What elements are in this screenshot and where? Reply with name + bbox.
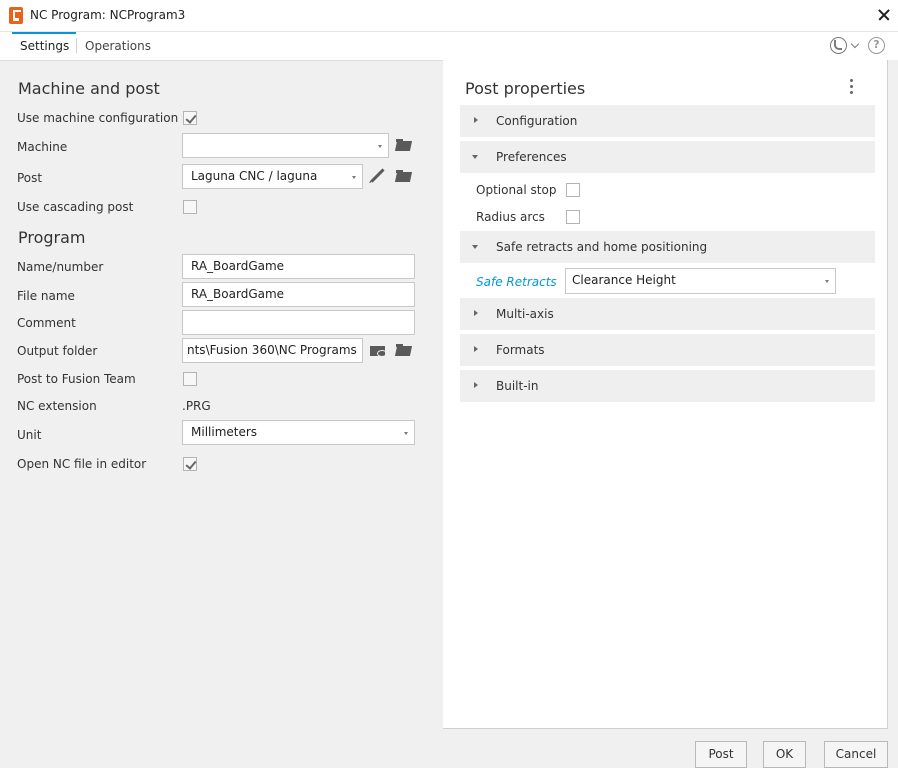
- caret-right-icon: [474, 346, 478, 352]
- name-number-value: RA_BoardGame: [191, 259, 285, 273]
- app-icon: [9, 7, 23, 24]
- unit-value: Millimeters: [191, 425, 258, 439]
- tab-settings[interactable]: Settings: [20, 39, 69, 53]
- post-to-team-label: Post to Fusion Team: [17, 372, 136, 386]
- use-cascading-post-label: Use cascading post: [17, 200, 134, 214]
- post-label: Post: [17, 171, 43, 185]
- unit-select[interactable]: Millimeters: [182, 420, 415, 445]
- chevron-down-icon: [378, 145, 382, 148]
- comment-label: Comment: [17, 316, 76, 330]
- title-bar: NC Program: NCProgram3: [0, 0, 898, 32]
- post-button[interactable]: Post: [695, 741, 747, 768]
- post-to-team-checkbox[interactable]: [183, 372, 197, 386]
- caret-right-icon: [474, 382, 478, 388]
- radius-arcs-label: Radius arcs: [476, 210, 545, 224]
- group-built-in[interactable]: Built-in: [460, 370, 875, 402]
- post-value: Laguna CNC / laguna: [191, 169, 318, 183]
- machine-select[interactable]: [182, 133, 389, 158]
- unit-label: Unit: [17, 428, 42, 442]
- window-title: NC Program: NCProgram3: [30, 8, 186, 22]
- comment-input[interactable]: [182, 310, 415, 335]
- group-safe-retracts-label: Safe retracts and home positioning: [496, 240, 708, 254]
- folder-icon[interactable]: [396, 170, 413, 182]
- group-formats[interactable]: Formats: [460, 334, 875, 366]
- cancel-button[interactable]: Cancel: [824, 741, 888, 768]
- help-icon[interactable]: ?: [868, 37, 885, 54]
- group-safe-retracts[interactable]: Safe retracts and home positioning: [460, 231, 875, 263]
- safe-retracts-value: Clearance Height: [572, 273, 676, 287]
- post-properties-title: Post properties: [465, 79, 586, 98]
- file-name-value: RA_BoardGame: [191, 287, 285, 301]
- file-name-label: File name: [17, 289, 75, 303]
- optional-stop-label: Optional stop: [476, 183, 557, 197]
- settings-panel: [0, 60, 443, 728]
- chevron-down-icon: [404, 432, 408, 435]
- group-formats-label: Formats: [496, 343, 545, 357]
- caret-right-icon: [474, 310, 478, 316]
- kebab-menu-icon[interactable]: [849, 79, 854, 96]
- output-folder-label: Output folder: [17, 344, 98, 358]
- tab-operations[interactable]: Operations: [85, 39, 151, 53]
- post-select[interactable]: Laguna CNC / laguna: [182, 164, 363, 189]
- name-number-label: Name/number: [17, 260, 104, 274]
- folder-icon[interactable]: [396, 344, 413, 356]
- phone-icon[interactable]: [830, 37, 847, 54]
- group-preferences[interactable]: Preferences: [460, 141, 875, 173]
- use-cascading-post-checkbox[interactable]: [183, 200, 197, 214]
- output-folder-input[interactable]: nts\Fusion 360\NC Programs: [182, 338, 363, 363]
- group-multi-axis-label: Multi-axis: [496, 307, 554, 321]
- chevron-down-icon: [352, 176, 356, 179]
- caret-down-icon: [472, 155, 478, 159]
- section-program: Program: [18, 228, 86, 247]
- chevron-down-icon[interactable]: [850, 39, 860, 49]
- safe-retracts-label: Safe Retracts: [476, 275, 557, 289]
- section-machine-and-post: Machine and post: [18, 79, 160, 98]
- chevron-down-icon: [825, 280, 829, 283]
- open-in-editor-label: Open NC file in editor: [17, 457, 147, 471]
- nc-extension-value: .PRG: [182, 399, 211, 413]
- use-machine-config-label: Use machine configuration: [17, 111, 179, 125]
- radius-arcs-checkbox[interactable]: [566, 210, 580, 224]
- file-name-input[interactable]: RA_BoardGame: [182, 282, 415, 307]
- caret-down-icon: [472, 245, 478, 249]
- folder-eye-icon[interactable]: [370, 344, 387, 357]
- machine-label: Machine: [17, 140, 68, 154]
- folder-icon[interactable]: [396, 139, 413, 151]
- group-multi-axis[interactable]: Multi-axis: [460, 298, 875, 330]
- group-preferences-label: Preferences: [496, 150, 567, 164]
- use-machine-config-checkbox[interactable]: [183, 111, 197, 125]
- ok-button[interactable]: OK: [763, 741, 806, 768]
- caret-right-icon: [474, 117, 478, 123]
- tab-bar: Settings Operations ?: [0, 32, 898, 60]
- safe-retracts-select[interactable]: Clearance Height: [565, 268, 836, 294]
- close-icon[interactable]: [872, 4, 896, 26]
- name-number-input[interactable]: RA_BoardGame: [182, 254, 415, 279]
- tab-divider: [76, 38, 77, 53]
- optional-stop-checkbox[interactable]: [566, 183, 580, 197]
- active-tab-indicator: [12, 32, 76, 34]
- group-configuration-label: Configuration: [496, 114, 578, 128]
- group-configuration[interactable]: Configuration: [460, 105, 875, 137]
- group-built-in-label: Built-in: [496, 379, 539, 393]
- nc-extension-label: NC extension: [17, 399, 97, 413]
- output-folder-value: nts\Fusion 360\NC Programs: [187, 343, 357, 357]
- open-in-editor-checkbox[interactable]: [183, 457, 197, 471]
